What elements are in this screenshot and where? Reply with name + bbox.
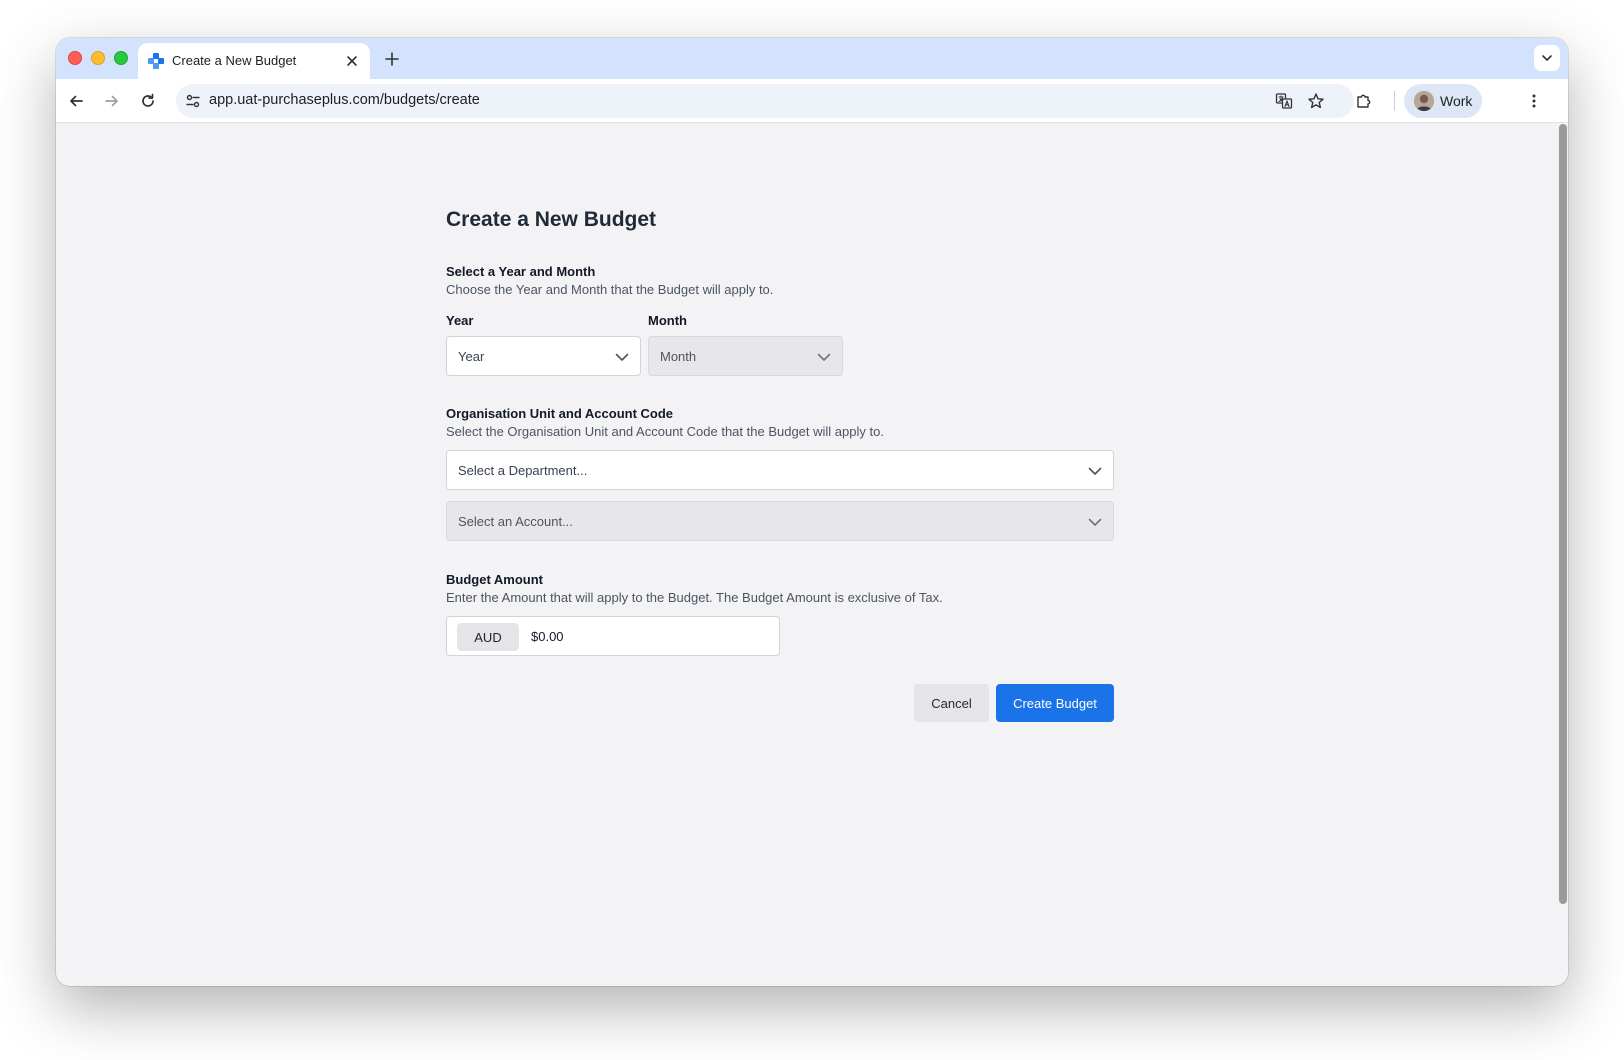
reload-icon[interactable] [134,87,162,115]
tab-title: Create a New Budget [172,53,297,68]
browser-toolbar: app.uat-purchaseplus.com/budgets/create [56,79,1568,123]
cancel-button[interactable]: Cancel [914,684,989,722]
address-bar[interactable]: app.uat-purchaseplus.com/budgets/create [176,84,1354,118]
profile-label: Work [1440,93,1473,109]
month-select-value: Month [660,349,697,364]
budget-amount-input[interactable]: $0.00 [531,629,564,644]
browser-window: Create a New Budget app.uat-purchaseplus… [56,38,1568,986]
kebab-menu-icon[interactable] [1520,87,1548,115]
profile-button[interactable]: Work [1404,84,1482,118]
month-label: Month [648,313,687,328]
period-section-description: Choose the Year and Month that the Budge… [446,282,774,297]
year-select[interactable]: Year [446,336,641,376]
puzzle-icon[interactable] [1350,87,1378,115]
minimize-window-button[interactable] [91,51,105,65]
tab-search-button[interactable] [1534,45,1560,71]
tab-create-budget[interactable]: Create a New Budget [138,43,370,79]
url-text[interactable]: app.uat-purchaseplus.com/budgets/create [209,92,480,108]
create-budget-button[interactable]: Create Budget [996,684,1114,722]
tab-strip: Create a New Budget [56,38,1568,79]
forward-arrow-icon[interactable] [98,87,126,115]
scrollbar[interactable] [1558,124,1568,986]
chevron-down-icon [614,349,630,365]
amount-section-title: Budget Amount [446,572,543,587]
department-select-placeholder: Select a Department... [458,463,588,478]
close-icon[interactable] [342,51,362,71]
close-window-button[interactable] [68,51,82,65]
toolbar-divider [1394,91,1395,111]
app-logo-icon [148,53,164,69]
tune-icon[interactable] [180,88,206,114]
page-title: Create a New Budget [446,208,657,231]
scrollbar-thumb[interactable] [1559,124,1567,904]
back-arrow-icon[interactable] [62,87,90,115]
new-tab-button[interactable] [380,47,404,71]
currency-badge: AUD [457,623,519,651]
amount-section-description: Enter the Amount that will apply to the … [446,590,943,605]
chevron-down-icon [816,349,832,365]
org-section-title: Organisation Unit and Account Code [446,406,674,421]
period-section-title: Select a Year and Month [446,264,596,279]
star-icon[interactable] [1304,89,1328,113]
chevron-down-icon [1087,463,1103,479]
account-select[interactable]: Select an Account... [446,501,1114,541]
maximize-window-button[interactable] [114,51,128,65]
org-section-description: Select the Organisation Unit and Account… [446,424,884,439]
translate-icon[interactable] [1272,89,1296,113]
year-select-value: Year [458,349,485,364]
department-select[interactable]: Select a Department... [446,450,1114,490]
account-select-placeholder: Select an Account... [458,514,573,529]
year-label: Year [446,313,474,328]
budget-amount-field[interactable]: AUD $0.00 [446,616,780,656]
avatar [1414,91,1434,111]
month-select[interactable]: Month [648,336,843,376]
chevron-down-icon [1087,514,1103,530]
chevron-down-icon [1542,55,1552,61]
page-content: Create a New Budget Select a Year and Mo… [56,124,1568,986]
